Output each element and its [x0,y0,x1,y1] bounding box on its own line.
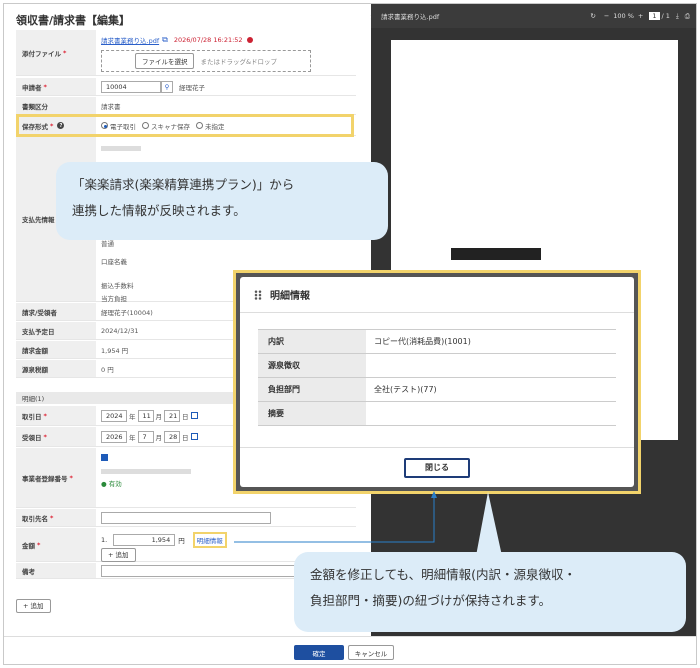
app-frame: 領収書/請求書【編集】 添付ファイル * 請求書業務り込.pdf ⧉ 2026/0… [3,3,697,665]
callout-bottom: 金額を修正しても、明細情報(内訳・源泉徴収・ 負担部門・摘要)の紐づけが保持され… [294,552,686,632]
confirm-button[interactable]: 確定 [294,645,344,660]
cancel-button[interactable]: キャンセル [348,645,394,660]
footer-bar: 確定 キャンセル [4,636,696,664]
